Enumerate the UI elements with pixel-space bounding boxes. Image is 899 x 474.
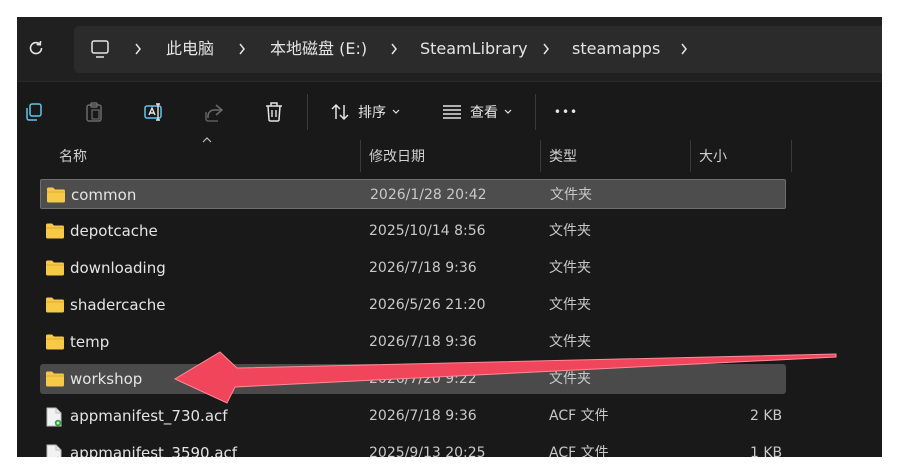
file-row[interactable]: workshop 2026/7/20 9:22 文件夹 — [40, 364, 786, 394]
file-date: 2026/7/18 9:36 — [369, 260, 477, 276]
file-row[interactable]: temp 2026/7/18 9:36 文件夹 — [40, 327, 786, 357]
file-type: 文件夹 — [549, 371, 591, 387]
file-type: 文件夹 — [549, 223, 591, 239]
refresh-icon — [29, 40, 43, 55]
sort-label: 排序 — [358, 105, 386, 121]
breadcrumb-steamapps[interactable]: steamapps — [572, 38, 660, 60]
file-type: 文件夹 — [550, 187, 592, 203]
sort-button[interactable]: 排序 — [325, 96, 405, 128]
copy-icon — [26, 103, 42, 121]
column-divider[interactable] — [540, 140, 541, 172]
column-divider[interactable] — [791, 140, 792, 172]
more-options-button[interactable]: ••• — [553, 96, 579, 128]
file-date: 2025/10/14 8:56 — [369, 223, 486, 239]
column-header-row: 名称 修改日期 类型 大小 — [17, 137, 882, 172]
file-date: 2026/7/18 9:36 — [369, 334, 477, 350]
delete-button[interactable] — [263, 96, 285, 128]
file-size: 1 KB — [750, 445, 783, 457]
rename-icon — [144, 103, 162, 121]
file-type: ACF 文件 — [549, 445, 609, 457]
file-name: shadercache — [70, 296, 166, 314]
file-type: 文件夹 — [549, 334, 591, 350]
file-icon — [46, 444, 62, 457]
command-bar: 排序 查看 ••• — [17, 82, 882, 142]
file-date: 2026/1/28 20:42 — [370, 187, 487, 203]
file-row[interactable]: appmanifest_730.acf 2026/7/18 9:36 ACF 文件 2… — [40, 401, 786, 431]
file-row[interactable]: shadercache 2026/5/26 21:20 文件夹 — [40, 290, 786, 320]
file-date: 2026/7/18 9:36 — [369, 408, 477, 424]
file-date: 2025/9/13 20:25 — [369, 445, 486, 457]
paste-icon — [86, 102, 102, 122]
toolbar-divider — [535, 94, 536, 130]
file-type: 文件夹 — [549, 260, 591, 276]
file-type: ACF 文件 — [549, 408, 609, 424]
refresh-button[interactable] — [23, 35, 49, 61]
folder-icon — [46, 334, 64, 350]
breadcrumb-steamlibrary[interactable]: SteamLibrary — [420, 38, 528, 60]
toolbar-divider — [307, 94, 308, 130]
paste-button[interactable] — [83, 96, 105, 128]
column-header-name[interactable]: 名称 — [59, 146, 87, 166]
column-divider[interactable] — [360, 140, 361, 172]
folder-icon — [47, 187, 65, 203]
breadcrumb-chevron-icon[interactable] — [678, 40, 690, 58]
file-name: depotcache — [70, 222, 158, 240]
file-date: 2026/5/26 21:20 — [369, 297, 486, 313]
column-divider[interactable] — [690, 140, 691, 172]
file-type: 文件夹 — [549, 297, 591, 313]
breadcrumb-local-disk[interactable]: 本地磁盘 (E:) — [270, 38, 367, 60]
breadcrumb-chevron-icon[interactable] — [388, 40, 400, 58]
file-name: workshop — [70, 370, 143, 388]
breadcrumb-chevron-icon[interactable] — [236, 40, 248, 58]
breadcrumb-chevron-icon[interactable] — [132, 40, 144, 58]
view-list-icon — [443, 105, 461, 119]
file-name: appmanifest_3590.acf — [70, 444, 238, 457]
file-size: 2 KB — [750, 408, 783, 424]
breadcrumb-this-pc[interactable]: 此电脑 — [166, 38, 214, 60]
file-row[interactable]: depotcache 2025/10/14 8:56 文件夹 — [40, 216, 786, 246]
view-label: 查看 — [470, 105, 498, 121]
sort-icon — [331, 103, 349, 121]
file-row[interactable]: appmanifest_3590.acf 2025/9/13 20:25 ACF 文… — [40, 438, 786, 457]
column-header-type[interactable]: 类型 — [549, 146, 577, 166]
file-name: common — [71, 186, 137, 204]
folder-icon — [46, 223, 64, 239]
navigation-bar: 此电脑 本地磁盘 (E:) SteamLibrary steamapps — [17, 17, 882, 81]
file-name: appmanifest_730.acf — [70, 407, 228, 425]
file-row[interactable]: common 2026/1/28 20:42 文件夹 — [40, 179, 786, 209]
copy-button[interactable] — [23, 96, 45, 128]
column-header-size[interactable]: 大小 — [699, 146, 727, 166]
share-button[interactable] — [203, 96, 225, 128]
share-icon — [205, 104, 224, 122]
file-name: downloading — [70, 259, 166, 277]
chevron-down-icon — [392, 109, 400, 114]
folder-icon — [46, 260, 64, 276]
view-button[interactable]: 查看 — [437, 96, 517, 128]
sort-ascending-icon — [202, 137, 212, 143]
chevron-down-icon — [504, 109, 512, 114]
file-explorer-window: 此电脑 本地磁盘 (E:) SteamLibrary steamapps 排序 … — [17, 17, 882, 457]
file-row[interactable]: downloading 2026/7/18 9:36 文件夹 — [40, 253, 786, 283]
file-date: 2026/7/20 9:22 — [369, 371, 477, 387]
folder-icon — [46, 297, 64, 313]
breadcrumb-chevron-icon[interactable] — [540, 40, 552, 58]
address-bar[interactable]: 此电脑 本地磁盘 (E:) SteamLibrary steamapps — [74, 26, 882, 73]
folder-icon — [46, 371, 64, 387]
rename-button[interactable] — [143, 96, 165, 128]
column-header-date[interactable]: 修改日期 — [369, 146, 425, 166]
file-name: temp — [70, 333, 110, 351]
this-pc-icon[interactable] — [90, 39, 110, 59]
file-icon — [46, 407, 62, 427]
trash-icon — [266, 102, 282, 122]
